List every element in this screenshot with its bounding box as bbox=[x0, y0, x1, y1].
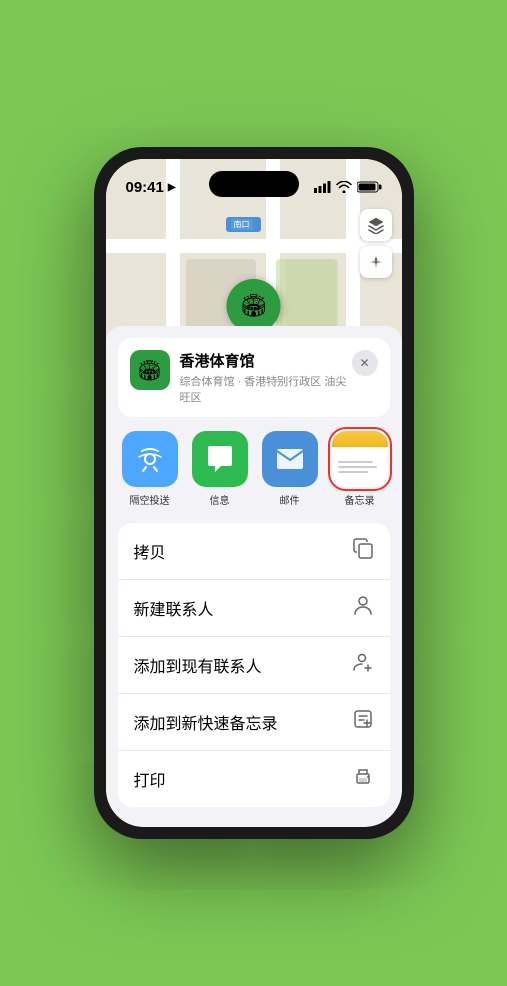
bottom-sheet: 🏟 香港体育馆 综合体育馆 · 香港特别行政区 油尖旺区 ✕ bbox=[106, 326, 402, 827]
new-contact-label: 新建联系人 bbox=[134, 596, 214, 620]
add-existing-icon bbox=[352, 651, 374, 679]
share-item-notes[interactable]: 备忘录 bbox=[332, 431, 388, 507]
share-row: 隔空投送 信息 bbox=[106, 417, 402, 515]
compass-icon bbox=[368, 254, 384, 270]
action-copy[interactable]: 拷贝 bbox=[118, 523, 390, 580]
venue-card: 🏟 香港体育馆 综合体育馆 · 香港特别行政区 油尖旺区 ✕ bbox=[118, 338, 390, 417]
time-display: 09:41 bbox=[126, 179, 164, 196]
phone-screen: 09:41 ▶ bbox=[106, 159, 402, 827]
quick-note-icon bbox=[352, 708, 374, 736]
notes-top-bar bbox=[332, 431, 388, 447]
status-time: 09:41 ▶ bbox=[126, 179, 176, 196]
wifi-icon bbox=[336, 181, 352, 193]
add-existing-label: 添加到现有联系人 bbox=[134, 653, 262, 677]
print-label: 打印 bbox=[134, 767, 166, 791]
signal-icon bbox=[314, 181, 331, 193]
notes-line bbox=[338, 466, 378, 468]
venue-info: 香港体育馆 综合体育馆 · 香港特别行政区 油尖旺区 bbox=[180, 350, 352, 405]
dynamic-island bbox=[209, 171, 299, 197]
map-layers-icon bbox=[367, 216, 385, 234]
quick-note-label: 添加到新快速备忘录 bbox=[134, 710, 278, 734]
airdrop-label: 隔空投送 bbox=[130, 492, 170, 507]
map-controls[interactable] bbox=[360, 209, 392, 278]
close-button[interactable]: ✕ bbox=[352, 350, 378, 376]
airdrop-icon[interactable] bbox=[122, 431, 178, 487]
copy-icon bbox=[352, 537, 374, 565]
status-icons bbox=[314, 181, 382, 193]
print-icon bbox=[352, 765, 374, 793]
mail-label: 邮件 bbox=[280, 492, 300, 507]
notes-line bbox=[338, 471, 369, 473]
mail-icon[interactable] bbox=[262, 431, 318, 487]
airdrop-symbol bbox=[135, 444, 165, 474]
venue-subtitle: 综合体育馆 · 香港特别行政区 油尖旺区 bbox=[180, 373, 352, 405]
venue-logo-icon: 🏟 bbox=[137, 358, 162, 383]
notes-icon[interactable] bbox=[332, 431, 388, 487]
action-list: 拷贝 新建联系人 bbox=[118, 523, 390, 807]
action-new-contact[interactable]: 新建联系人 bbox=[118, 580, 390, 637]
phone-frame: 09:41 ▶ bbox=[94, 147, 414, 839]
venue-name: 香港体育馆 bbox=[180, 350, 352, 371]
message-label: 信息 bbox=[210, 492, 230, 507]
share-item-mail[interactable]: 邮件 bbox=[262, 431, 318, 507]
location-button[interactable] bbox=[360, 246, 392, 278]
stadium-icon: 🏟 bbox=[240, 293, 268, 319]
venue-logo: 🏟 bbox=[130, 350, 170, 390]
new-contact-icon bbox=[352, 594, 374, 622]
mail-symbol bbox=[275, 447, 305, 471]
share-item-airdrop[interactable]: 隔空投送 bbox=[122, 431, 178, 507]
action-quick-note[interactable]: 添加到新快速备忘录 bbox=[118, 694, 390, 751]
action-add-existing[interactable]: 添加到现有联系人 bbox=[118, 637, 390, 694]
message-icon[interactable] bbox=[192, 431, 248, 487]
map-park bbox=[276, 259, 338, 331]
message-symbol bbox=[205, 445, 235, 473]
map-layer-button[interactable] bbox=[360, 209, 392, 241]
location-arrow-icon: ▶ bbox=[168, 182, 176, 193]
action-print[interactable]: 打印 bbox=[118, 751, 390, 807]
notes-line bbox=[338, 461, 373, 463]
copy-label: 拷贝 bbox=[134, 539, 166, 563]
battery-icon bbox=[357, 181, 382, 193]
notes-label: 备忘录 bbox=[345, 492, 375, 507]
share-item-message[interactable]: 信息 bbox=[192, 431, 248, 507]
notes-lines bbox=[332, 447, 388, 487]
map-label: 南口 bbox=[226, 217, 261, 232]
